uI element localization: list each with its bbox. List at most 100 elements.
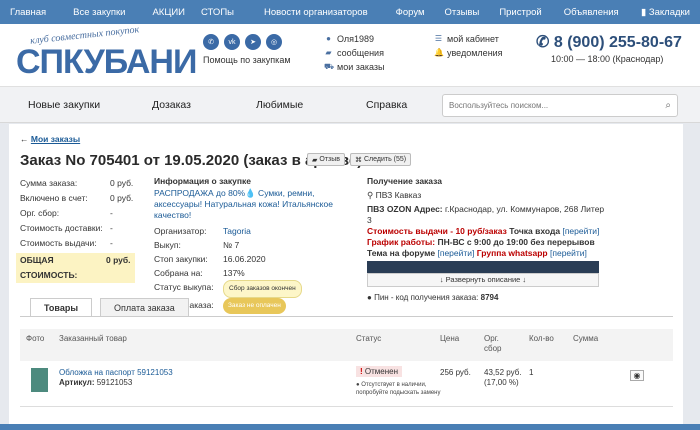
nav-promos[interactable]: АКЦИИ bbox=[152, 7, 185, 18]
forum-link[interactable]: [перейти] bbox=[437, 248, 474, 258]
cabinet-link[interactable]: ☰ мой кабинет bbox=[434, 32, 503, 46]
product-link[interactable]: Обложка на паспорт 59121053 bbox=[59, 368, 173, 377]
back-link[interactable]: ← Мои заказы bbox=[20, 134, 80, 144]
menu-new-purchases[interactable]: Новые закупки bbox=[28, 99, 100, 111]
order-sums: Сумма заказа: 0 руб. Включено в счет: 0 ру… bbox=[16, 176, 135, 283]
qty-value: 1 bbox=[529, 368, 534, 377]
tab-payment[interactable]: Оплата заказа bbox=[100, 298, 189, 316]
col-sum: Сумма bbox=[573, 334, 599, 343]
purchase-label: Собрана на: bbox=[154, 268, 203, 278]
pickup-banner bbox=[367, 261, 599, 273]
cost-text: Стоимость выдачи - 10 руб/заказ bbox=[367, 226, 507, 236]
purchase-value: 16.06.2020 bbox=[223, 254, 266, 264]
entry-point-link[interactable]: [перейти] bbox=[562, 226, 599, 236]
purchase-row: Выкуп: № 7 bbox=[154, 238, 354, 252]
purchase-link[interactable]: РАСПРОДАЖА до 80%💧 Сумки, ремни, аксессу… bbox=[154, 188, 354, 221]
notifications-link[interactable]: 🔔 уведомления bbox=[434, 46, 503, 60]
user-profile-link[interactable]: ● Оля1989 bbox=[324, 32, 385, 46]
total-label: ОБЩАЯ СТОИМОСТЬ: bbox=[20, 255, 78, 280]
status-badge: Сбор заказов окончен bbox=[223, 280, 302, 298]
col-qty: Кол-во bbox=[529, 334, 554, 343]
items-table-header: Фото Заказанный товар Статус Цена Орг. с… bbox=[20, 329, 673, 361]
product-article: Артикул: 59121053 bbox=[59, 378, 132, 387]
nav-organizer-news[interactable]: Новости организаторов bbox=[264, 7, 368, 18]
col-fee: Орг. сбор bbox=[484, 334, 502, 353]
fee-value: 43,52 руб. (17,00 %) bbox=[484, 368, 522, 387]
pin-label: Пин - код получения заказа: bbox=[374, 293, 479, 302]
menu-help[interactable]: Справка bbox=[366, 99, 407, 111]
schedule-label: График работы: bbox=[367, 237, 436, 247]
purchase-info: Информация о закупке РАСПРОДАЖА до 80%💧 … bbox=[154, 176, 354, 314]
chat-icon: ▰ bbox=[325, 48, 332, 57]
status-badge: ! Отменен bbox=[356, 366, 403, 377]
back-link-label: Мои заказы bbox=[30, 134, 81, 144]
nav-bookmarks-label: Закладки bbox=[648, 6, 690, 18]
table-row: Обложка на паспорт 59121053 Артикул: 591… bbox=[20, 361, 673, 407]
help-link[interactable]: Помощь по закупкам bbox=[203, 55, 291, 65]
top-nav: Главная Все закупки АКЦИИ СТОПы Новости … bbox=[0, 0, 700, 24]
nav-all-purchases[interactable]: Все закупки bbox=[73, 7, 125, 18]
sum-label: Стоимость выдачи: bbox=[20, 238, 97, 248]
sum-row: Стоимость доставки: - bbox=[20, 221, 135, 236]
cabinet-menu: ☰ мой кабинет 🔔 уведомления bbox=[434, 32, 503, 60]
pickup-address: ПВЗ OZON Адрес: г.Краснодар, ул. Коммуна… bbox=[367, 204, 607, 226]
sum-value: - bbox=[110, 208, 113, 218]
purchase-label: Стоп закупки: bbox=[154, 254, 208, 264]
pickup-heading: Получение заказа bbox=[367, 176, 442, 186]
search-box: ⌕ bbox=[442, 94, 678, 117]
col-status: Статус bbox=[356, 334, 382, 343]
cabinet-label: мой кабинет bbox=[447, 34, 499, 44]
purchase-label: Статус выкупа: bbox=[154, 282, 214, 292]
purchase-link-text: РАСПРОДАЖА до 80%💧 Сумки, ремни, аксессу… bbox=[154, 188, 333, 220]
order-panel: ← Мои заказы Заказ No 705401 от 19.05.20… bbox=[9, 124, 683, 424]
expand-description-button[interactable]: ↓ Развернуть описание ↓ bbox=[367, 273, 599, 287]
phone-icon: ✆ bbox=[536, 34, 554, 51]
whatsapp-icon[interactable]: ✆ bbox=[203, 34, 219, 50]
pickup-place-label: ПВЗ Кавказ bbox=[375, 190, 422, 200]
entry-point-label: Точка входа bbox=[509, 226, 561, 236]
phone-number[interactable]: ✆ 8 (900) 255-80-67 bbox=[536, 32, 682, 52]
organizer-link[interactable]: Tagoria bbox=[223, 224, 251, 238]
menu-favorites[interactable]: Любимые bbox=[256, 99, 303, 111]
messages-label: сообщения bbox=[337, 48, 384, 58]
whatsapp-link[interactable]: [перейти] bbox=[550, 248, 587, 258]
pickup-cost: Стоимость выдачи - 10 руб/заказ Точка вх… bbox=[367, 226, 607, 237]
menu-reorder[interactable]: Дозаказ bbox=[152, 99, 191, 111]
nav-reviews[interactable]: Отзывы bbox=[445, 7, 480, 18]
follow-button[interactable]: ⌘ Следить (55) bbox=[350, 153, 412, 166]
review-button[interactable]: ▰ Отзыв bbox=[307, 153, 346, 166]
purchase-row: Организатор: Tagoria bbox=[154, 224, 354, 238]
site-logo[interactable]: клуб совместных покупок СПКУБАНИ bbox=[16, 24, 197, 80]
binoculars-icon: ⌘ bbox=[355, 156, 362, 164]
search-icon[interactable]: ⌕ bbox=[665, 100, 671, 111]
status-note: ● Отсутствует в наличии, попробуйте поды… bbox=[356, 381, 442, 397]
pin-code: ● Пин - код получения заказа: 8794 bbox=[367, 292, 607, 303]
article-label: Артикул: bbox=[59, 378, 95, 387]
sum-label: Включено в счет: bbox=[20, 193, 88, 203]
eye-icon[interactable]: ◉ bbox=[630, 370, 644, 381]
nav-home[interactable]: Главная bbox=[10, 7, 46, 18]
purchase-label: Выкуп: bbox=[154, 240, 181, 250]
notifications-label: уведомления bbox=[447, 48, 503, 58]
product-thumbnail[interactable] bbox=[31, 368, 48, 392]
payment-badge: Заказ не оплачен bbox=[223, 298, 286, 314]
col-photo: Фото bbox=[26, 334, 45, 343]
price-value: 256 руб. bbox=[440, 368, 471, 377]
comment-icon: ▰ bbox=[312, 156, 318, 164]
search-input[interactable] bbox=[443, 101, 653, 110]
tab-goods[interactable]: Товары bbox=[30, 298, 93, 316]
nav-attach[interactable]: Пристрой bbox=[499, 7, 541, 18]
my-orders-link[interactable]: ⛟ мои заказы bbox=[324, 60, 385, 74]
messages-link[interactable]: ▰ сообщения bbox=[324, 46, 385, 60]
sum-row: Сумма заказа: 0 руб. bbox=[20, 176, 135, 191]
telegram-icon[interactable]: ➤ bbox=[245, 34, 261, 50]
nav-ads[interactable]: Объявления bbox=[564, 7, 619, 18]
vk-icon[interactable]: vk bbox=[224, 34, 240, 50]
purchase-value: № 7 bbox=[223, 240, 240, 250]
nav-forum[interactable]: Форум bbox=[396, 7, 425, 18]
address-label: ПВЗ OZON Адрес: bbox=[367, 204, 443, 214]
instagram-icon[interactable]: ◎ bbox=[266, 34, 282, 50]
nav-bookmarks[interactable]: ▮ Закладки bbox=[641, 7, 690, 18]
purchase-row: Собрана на: 137% bbox=[154, 266, 354, 280]
nav-stops[interactable]: СТОПы bbox=[201, 7, 234, 18]
